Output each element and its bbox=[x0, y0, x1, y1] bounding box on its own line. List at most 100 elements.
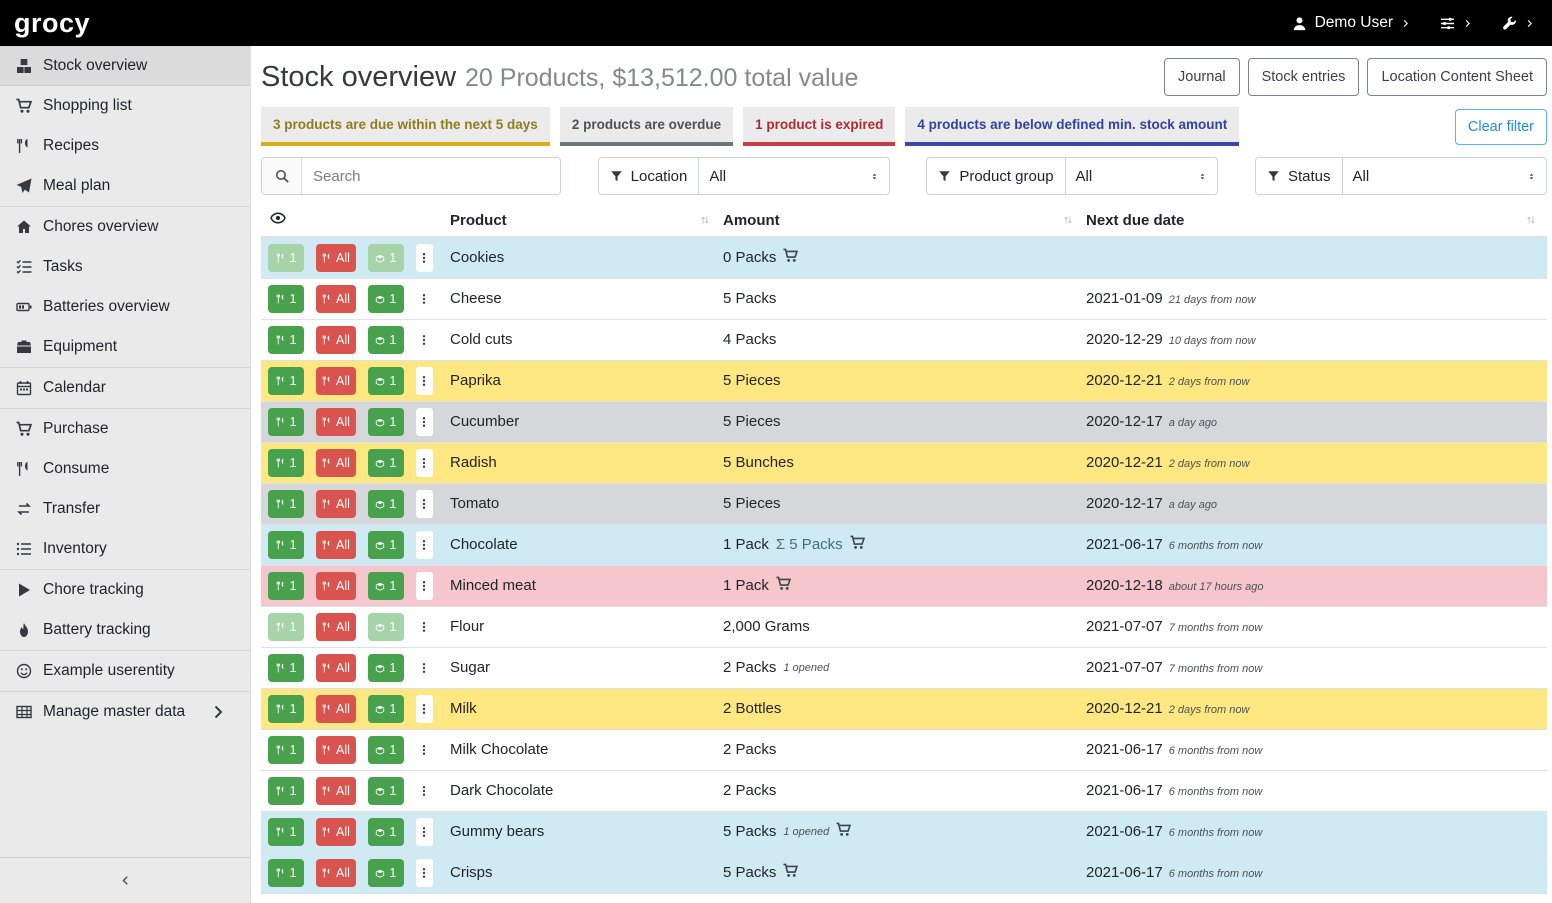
consume-one-button[interactable]: 1 bbox=[268, 613, 304, 641]
open-one-button[interactable]: 1 bbox=[368, 654, 404, 682]
consume-one-button[interactable]: 1 bbox=[268, 449, 304, 477]
status-filter-banner[interactable]: 3 products are due within the next 5 day… bbox=[261, 107, 550, 146]
open-one-button[interactable]: 1 bbox=[368, 490, 404, 518]
shopping-cart-icon[interactable] bbox=[783, 248, 798, 267]
open-one-button[interactable]: 1 bbox=[368, 777, 404, 805]
sidebar-item-example-userentity[interactable]: Example userentity bbox=[0, 651, 250, 691]
consume-all-button[interactable]: All bbox=[316, 326, 356, 354]
consume-one-button[interactable]: 1 bbox=[268, 285, 304, 313]
consume-all-button[interactable]: All bbox=[316, 449, 356, 477]
consume-all-button[interactable]: All bbox=[316, 695, 356, 723]
location-content-sheet-button[interactable]: Location Content Sheet bbox=[1367, 58, 1547, 96]
sidebar-item-equipment[interactable]: Equipment bbox=[0, 327, 250, 367]
consume-all-button[interactable]: All bbox=[316, 408, 356, 436]
consume-one-button[interactable]: 1 bbox=[268, 695, 304, 723]
consume-all-button[interactable]: All bbox=[316, 859, 356, 887]
consume-one-button[interactable]: 1 bbox=[268, 777, 304, 805]
settings-menu[interactable] bbox=[1440, 16, 1472, 31]
open-one-button[interactable]: 1 bbox=[368, 408, 404, 436]
sidebar-collapse-button[interactable] bbox=[0, 857, 250, 903]
row-menu-button[interactable] bbox=[416, 859, 433, 887]
consume-one-button[interactable]: 1 bbox=[268, 654, 304, 682]
shopping-cart-icon[interactable] bbox=[776, 576, 791, 595]
row-menu-button[interactable] bbox=[416, 777, 433, 805]
consume-all-button[interactable]: All bbox=[316, 244, 356, 272]
row-menu-button[interactable] bbox=[416, 613, 433, 641]
row-menu-button[interactable] bbox=[416, 572, 433, 600]
sidebar-item-manage-master-data[interactable]: Manage master data bbox=[0, 692, 250, 732]
consume-all-button[interactable]: All bbox=[316, 736, 356, 764]
open-one-button[interactable]: 1 bbox=[368, 285, 404, 313]
product-group-select[interactable]: All bbox=[1066, 158, 1218, 194]
sidebar-item-tasks[interactable]: Tasks bbox=[0, 247, 250, 287]
column-header-product[interactable]: Product bbox=[448, 204, 721, 237]
open-one-button[interactable]: 1 bbox=[368, 326, 404, 354]
shopping-cart-icon[interactable] bbox=[783, 863, 798, 882]
consume-all-button[interactable]: All bbox=[316, 777, 356, 805]
sidebar-item-recipes[interactable]: Recipes bbox=[0, 126, 250, 166]
consume-one-button[interactable]: 1 bbox=[268, 859, 304, 887]
status-filter-banner[interactable]: 1 product is expired bbox=[743, 107, 895, 146]
sidebar-item-chores-overview[interactable]: Chores overview bbox=[0, 207, 250, 247]
sidebar-item-shopping-list[interactable]: Shopping list bbox=[0, 86, 250, 126]
row-menu-button[interactable] bbox=[416, 736, 433, 764]
row-menu-button[interactable] bbox=[416, 408, 433, 436]
sidebar-item-consume[interactable]: Consume bbox=[0, 449, 250, 489]
open-one-button[interactable]: 1 bbox=[368, 572, 404, 600]
row-menu-button[interactable] bbox=[416, 244, 433, 272]
row-menu-button[interactable] bbox=[416, 367, 433, 395]
status-filter-banner[interactable]: 4 products are below defined min. stock … bbox=[905, 107, 1239, 146]
sidebar-item-meal-plan[interactable]: Meal plan bbox=[0, 166, 250, 206]
open-one-button[interactable]: 1 bbox=[368, 449, 404, 477]
sidebar-item-inventory[interactable]: Inventory bbox=[0, 529, 250, 569]
sidebar-item-calendar[interactable]: Calendar bbox=[0, 368, 250, 408]
open-one-button[interactable]: 1 bbox=[368, 531, 404, 559]
shopping-cart-icon[interactable] bbox=[836, 822, 851, 841]
sidebar-item-transfer[interactable]: Transfer bbox=[0, 489, 250, 529]
consume-all-button[interactable]: All bbox=[316, 654, 356, 682]
consume-all-button[interactable]: All bbox=[316, 367, 356, 395]
sort-icon[interactable] bbox=[1062, 214, 1074, 226]
sort-icon[interactable] bbox=[699, 214, 711, 226]
column-header-amount[interactable]: Amount bbox=[721, 204, 1084, 237]
row-menu-button[interactable] bbox=[416, 695, 433, 723]
column-header-next-due-date[interactable]: Next due date bbox=[1084, 204, 1547, 237]
sidebar-item-purchase[interactable]: Purchase bbox=[0, 409, 250, 449]
consume-one-button[interactable]: 1 bbox=[268, 408, 304, 436]
consume-one-button[interactable]: 1 bbox=[268, 326, 304, 354]
sort-icon[interactable] bbox=[1525, 214, 1537, 226]
consume-one-button[interactable]: 1 bbox=[268, 818, 304, 846]
consume-all-button[interactable]: All bbox=[316, 818, 356, 846]
consume-one-button[interactable]: 1 bbox=[268, 244, 304, 272]
open-one-button[interactable]: 1 bbox=[368, 736, 404, 764]
row-menu-button[interactable] bbox=[416, 531, 433, 559]
row-menu-button[interactable] bbox=[416, 326, 433, 354]
consume-all-button[interactable]: All bbox=[316, 531, 356, 559]
sidebar-item-stock-overview[interactable]: Stock overview bbox=[0, 46, 250, 86]
open-one-button[interactable]: 1 bbox=[368, 818, 404, 846]
consume-one-button[interactable]: 1 bbox=[268, 531, 304, 559]
row-menu-button[interactable] bbox=[416, 490, 433, 518]
admin-menu[interactable] bbox=[1502, 16, 1534, 31]
location-select[interactable]: All bbox=[699, 158, 888, 194]
app-logo[interactable]: grocy bbox=[14, 8, 90, 39]
open-one-button[interactable]: 1 bbox=[368, 695, 404, 723]
status-filter-banner[interactable]: 2 products are overdue bbox=[560, 107, 733, 146]
open-one-button[interactable]: 1 bbox=[368, 613, 404, 641]
sidebar-item-chore-tracking[interactable]: Chore tracking bbox=[0, 570, 250, 610]
stock-entries-button[interactable]: Stock entries bbox=[1248, 58, 1360, 96]
row-menu-button[interactable] bbox=[416, 285, 433, 313]
consume-all-button[interactable]: All bbox=[316, 613, 356, 641]
eye-icon[interactable] bbox=[270, 210, 286, 226]
status-select[interactable]: All bbox=[1343, 158, 1546, 194]
consume-one-button[interactable]: 1 bbox=[268, 736, 304, 764]
row-menu-button[interactable] bbox=[416, 449, 433, 477]
consume-all-button[interactable]: All bbox=[316, 285, 356, 313]
consume-one-button[interactable]: 1 bbox=[268, 572, 304, 600]
consume-all-button[interactable]: All bbox=[316, 490, 356, 518]
clear-filter-button[interactable]: Clear filter bbox=[1455, 109, 1547, 145]
search-input[interactable] bbox=[302, 158, 560, 194]
open-one-button[interactable]: 1 bbox=[368, 367, 404, 395]
journal-button[interactable]: Journal bbox=[1164, 58, 1240, 96]
row-menu-button[interactable] bbox=[416, 818, 433, 846]
